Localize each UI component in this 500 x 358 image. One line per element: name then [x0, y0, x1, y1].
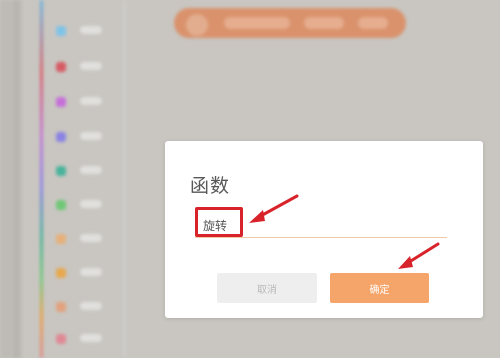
category-dot	[56, 97, 66, 107]
category-item[interactable]	[50, 196, 122, 214]
category-dot	[56, 62, 66, 72]
category-item[interactable]	[50, 58, 122, 76]
category-dot	[56, 302, 66, 312]
palette-divider	[124, 0, 125, 358]
left-rail	[0, 0, 22, 358]
block-notch	[186, 14, 208, 36]
category-item[interactable]	[50, 93, 122, 111]
category-dot	[56, 26, 66, 36]
dialog-title: 函数	[190, 175, 231, 197]
category-item[interactable]	[50, 128, 122, 146]
category-item[interactable]	[50, 230, 122, 248]
category-dot	[56, 234, 66, 244]
category-dot	[56, 166, 66, 176]
category-color-bar	[40, 0, 43, 358]
category-dot	[56, 200, 66, 210]
ok-button[interactable]: 确定	[330, 273, 429, 303]
function-dialog: 函数 取消 确定	[165, 141, 483, 318]
category-dot	[56, 334, 66, 344]
function-define-block[interactable]	[174, 8, 406, 38]
function-name-input[interactable]	[195, 214, 447, 238]
category-item[interactable]	[50, 298, 122, 316]
cancel-button[interactable]: 取消	[217, 273, 317, 303]
category-dot	[56, 268, 66, 278]
category-item[interactable]	[50, 22, 122, 40]
category-dot	[56, 132, 66, 142]
category-item[interactable]	[50, 264, 122, 282]
category-item[interactable]	[50, 330, 122, 348]
category-item[interactable]	[50, 162, 122, 180]
